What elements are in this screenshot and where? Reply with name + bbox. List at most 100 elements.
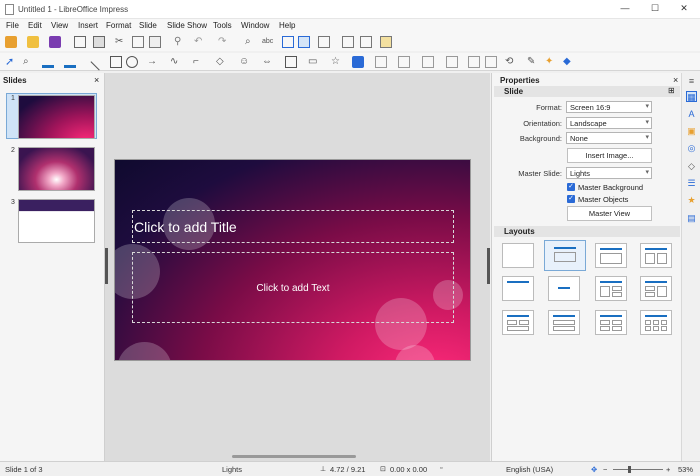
paste-icon[interactable]: [149, 36, 161, 48]
flowchart-icon[interactable]: [285, 56, 297, 68]
content-placeholder[interactable]: Click to add Text: [132, 252, 454, 323]
master-background-checkbox[interactable]: ✓: [567, 183, 575, 191]
properties-deck-icon[interactable]: ▦: [686, 91, 697, 102]
background-select[interactable]: None: [566, 132, 652, 144]
slide-thumbnail-3[interactable]: [18, 199, 95, 243]
left-panel-collapse-handle[interactable]: [105, 248, 108, 284]
menu-slide[interactable]: Slide: [139, 21, 157, 30]
menu-edit[interactable]: Edit: [28, 21, 42, 30]
maximize-button[interactable]: ☐: [648, 3, 662, 14]
master-slide-icon[interactable]: [342, 36, 354, 48]
layout-four-content[interactable]: [595, 310, 627, 335]
menu-view[interactable]: View: [51, 21, 68, 30]
align-icon[interactable]: [375, 56, 387, 68]
horizontal-scrollbar[interactable]: [232, 455, 356, 458]
format-select[interactable]: Screen 16:9: [566, 101, 652, 113]
stars-icon[interactable]: ☆: [331, 56, 343, 68]
3d-objects-icon[interactable]: [352, 56, 364, 68]
menu-tools[interactable]: Tools: [213, 21, 232, 30]
symbol-shapes-icon[interactable]: ☺: [239, 56, 251, 68]
styles-deck-icon[interactable]: A: [686, 109, 697, 120]
grid-icon[interactable]: [282, 36, 294, 48]
layout-two-content-title[interactable]: [595, 276, 627, 301]
copy-icon[interactable]: [132, 36, 144, 48]
rectangle-icon[interactable]: [110, 56, 122, 68]
toggle-extrusion-icon[interactable]: ◆: [563, 56, 575, 68]
gallery-deck-icon[interactable]: ▣: [686, 126, 697, 137]
new-slide-icon[interactable]: [360, 36, 372, 48]
layout-title-two-content[interactable]: [640, 243, 672, 268]
fit-slide-icon[interactable]: ✥: [591, 465, 597, 474]
navigator-deck-icon[interactable]: ◎: [686, 143, 697, 154]
close-properties-icon[interactable]: ×: [673, 75, 678, 85]
layout-title-content-alt[interactable]: [595, 243, 627, 268]
layout-blank[interactable]: [502, 243, 534, 268]
distribute-icon[interactable]: [422, 56, 434, 68]
menu-file[interactable]: File: [6, 21, 19, 30]
layout-title-only[interactable]: [502, 276, 534, 301]
insert-image-button[interactable]: Insert Image...: [567, 148, 652, 163]
points-icon[interactable]: ✎: [527, 56, 539, 68]
layout-centered-text[interactable]: [548, 276, 580, 301]
zoom-out-icon[interactable]: −: [603, 465, 607, 474]
menu-window[interactable]: Window: [241, 21, 269, 30]
zoom-slider-track[interactable]: [613, 469, 663, 470]
master-view-button[interactable]: Master View: [567, 206, 652, 221]
fill-color-icon[interactable]: [64, 56, 76, 68]
redo-icon[interactable]: ↷: [218, 36, 230, 48]
slide-layout-icon[interactable]: [380, 36, 392, 48]
close-window-button[interactable]: ✕: [677, 3, 691, 14]
layout-title-content[interactable]: [544, 240, 586, 271]
connector-icon[interactable]: ⌐: [193, 56, 205, 68]
block-arrows-icon[interactable]: ⇔: [262, 56, 274, 68]
master-slide-select[interactable]: Lights: [566, 167, 652, 179]
glue-points-icon[interactable]: ✦: [545, 56, 557, 68]
shapes-deck-icon[interactable]: ◇: [686, 161, 697, 172]
filter-icon[interactable]: [485, 56, 497, 68]
find-replace-icon[interactable]: ⌕: [245, 36, 257, 48]
crop-icon[interactable]: [468, 56, 480, 68]
animation-deck-icon[interactable]: ★: [686, 195, 697, 206]
slide-thumbnail-2[interactable]: [18, 147, 95, 191]
minimize-button[interactable]: —: [618, 3, 632, 13]
curve-icon[interactable]: ∿: [170, 56, 182, 68]
slide-canvas[interactable]: Click to add Title Click to add Text: [105, 73, 490, 461]
line-icon[interactable]: [90, 53, 108, 71]
layout-content-two-content[interactable]: [640, 276, 672, 301]
sidebar-menu-icon[interactable]: ≡: [686, 76, 697, 87]
orientation-select[interactable]: Landscape: [566, 117, 652, 129]
open-icon[interactable]: [27, 36, 39, 48]
select-icon[interactable]: ➚: [5, 56, 17, 68]
zoom-slider-thumb[interactable]: [628, 466, 631, 473]
slide-1[interactable]: Click to add Title Click to add Text: [114, 159, 471, 361]
layout-content-over-content[interactable]: [548, 310, 580, 335]
zoom-in-icon[interactable]: +: [666, 465, 670, 474]
display-views-icon[interactable]: [318, 36, 330, 48]
clone-formatting-icon[interactable]: ⚲: [174, 36, 186, 48]
master-objects-checkbox[interactable]: ✓: [567, 195, 575, 203]
line-color-icon[interactable]: [42, 56, 54, 68]
layout-two-content-over[interactable]: [502, 310, 534, 335]
zoom-icon[interactable]: ⌕: [23, 56, 35, 68]
slide-thumbnail-1[interactable]: [18, 95, 95, 139]
cut-icon[interactable]: ✂: [115, 36, 127, 48]
arrange-icon[interactable]: [398, 56, 410, 68]
callouts-icon[interactable]: ▭: [308, 56, 320, 68]
language-status[interactable]: English (USA): [506, 465, 553, 474]
transformations-icon[interactable]: ⟲: [505, 56, 517, 68]
helplines-icon[interactable]: [298, 36, 310, 48]
title-placeholder[interactable]: Click to add Title: [132, 210, 454, 243]
basic-shapes-icon[interactable]: ◇: [216, 56, 228, 68]
spelling-icon[interactable]: abc: [262, 36, 274, 48]
zoom-level-status[interactable]: 53%: [678, 465, 693, 474]
slide-transition-deck-icon[interactable]: ☰: [686, 178, 697, 189]
close-slides-panel-icon[interactable]: ×: [94, 75, 99, 85]
arrow-icon[interactable]: →: [147, 56, 159, 68]
export-pdf-icon[interactable]: [74, 36, 86, 48]
master-slides-deck-icon[interactable]: ▤: [686, 213, 697, 224]
section-slide-header[interactable]: Slide: [494, 86, 680, 97]
menu-help[interactable]: Help: [279, 21, 295, 30]
menu-slide-show[interactable]: Slide Show: [167, 21, 207, 30]
undo-icon[interactable]: ↶: [194, 36, 206, 48]
layout-six-content[interactable]: [640, 310, 672, 335]
